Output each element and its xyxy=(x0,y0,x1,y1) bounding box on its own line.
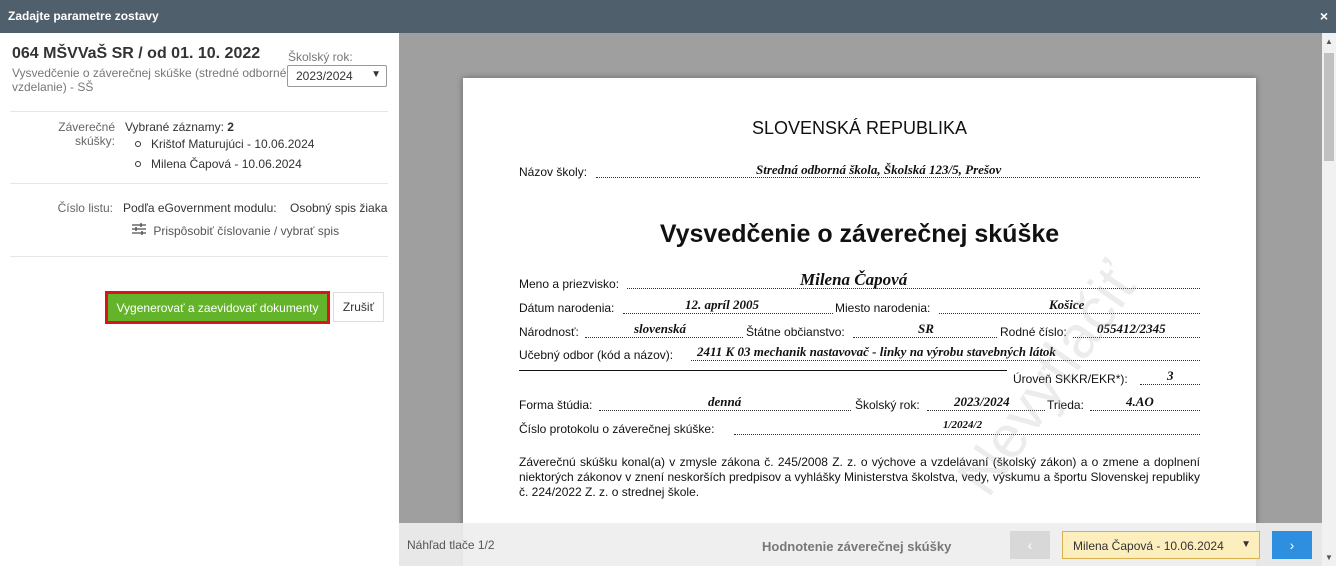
page-counter: Náhľad tlače 1/2 xyxy=(407,538,495,552)
records-list: Krištof Maturujúci - 10.06.2024 Milena Č… xyxy=(135,137,314,177)
cancel-button[interactable]: Zrušiť xyxy=(333,292,384,322)
preview-footer: Náhľad tlače 1/2 Hodnotenie záverečnej s… xyxy=(399,523,1322,566)
selected-records-count: 2 xyxy=(227,120,234,134)
parameters-panel: 064 MŠVVaŠ SR / od 01. 10. 2022 Vysvedče… xyxy=(0,33,399,566)
nationality-label: Národnosť: xyxy=(519,325,579,339)
record-label: Krištof Maturujúci - 10.06.2024 xyxy=(151,137,315,151)
customize-numbering-link[interactable]: Prispôsobiť číslovanie / vybrať spis xyxy=(132,223,339,238)
birth-place-label: Miesto narodenia: xyxy=(835,301,931,315)
legal-paragraph: Záverečnú skúšku konal(a) v zmysle zákon… xyxy=(519,455,1200,499)
scrollbar[interactable]: ▲ ▼ xyxy=(1322,33,1336,566)
school-year-value: 2023/2024 xyxy=(296,69,353,83)
level-value: 3 xyxy=(1167,368,1174,383)
citizenship-label: Štátne občianstvo: xyxy=(746,325,845,339)
class-value: 4.AO xyxy=(1126,394,1154,409)
dialog-titlebar: Zadajte parametre zostavy × xyxy=(0,0,1336,33)
divider xyxy=(10,256,388,257)
sheet-number-value: Podľa eGovernment modulu: xyxy=(123,201,277,215)
school-year-select[interactable]: 2023/2024 ▼ xyxy=(287,65,387,87)
school-year-doc-label: Školský rok: xyxy=(855,398,920,412)
document-heading: Vysvedčenie o záverečnej skúške xyxy=(659,220,1060,248)
sheet-number-label: Číslo listu: xyxy=(57,201,113,215)
citizenship-value: SR xyxy=(918,321,934,336)
section-title: Hodnotenie záverečnej skúšky xyxy=(762,539,952,554)
divider xyxy=(10,183,388,184)
record-select-value: Milena Čapová - 10.06.2024 xyxy=(1073,539,1224,553)
selected-records: Vybrané záznamy: 2 xyxy=(125,120,234,134)
chevron-down-icon: ▼ xyxy=(371,69,381,80)
bullet-icon xyxy=(135,160,141,167)
previous-button[interactable]: ‹ xyxy=(1010,531,1050,559)
field-label: Učebný odbor (kód a názov): xyxy=(519,348,674,362)
record-label: Milena Čapová - 10.06.2024 xyxy=(151,157,302,171)
next-button[interactable]: › xyxy=(1272,531,1312,559)
protocol-label: Číslo protokolu o záverečnej skúške: xyxy=(519,422,715,436)
school-value: Stredná odborná škola, Školská 123/5, Pr… xyxy=(756,162,1002,177)
dialog-title: Zadajte parametre zostavy xyxy=(8,9,159,23)
customize-label: Prispôsobiť číslovanie / vybrať spis xyxy=(153,224,340,238)
list-item: Milena Čapová - 10.06.2024 xyxy=(135,157,314,177)
chevron-right-icon: › xyxy=(1289,537,1295,553)
report-description: Vysvedčenie o záverečnej skúške (stredné… xyxy=(12,66,287,94)
report-code: 064 MŠVVaŠ SR / od 01. 10. 2022 xyxy=(12,45,261,62)
document-page: SLOVENSKÁ REPUBLIKA Názov školy: Stredná… xyxy=(463,78,1256,566)
study-form-label: Forma štúdia: xyxy=(519,398,593,412)
school-year-label: Školský rok: xyxy=(288,50,353,64)
generate-button[interactable]: Vygenerovať a zaevidovať dokumenty xyxy=(105,291,330,324)
record-select[interactable]: Milena Čapová - 10.06.2024 ▼ xyxy=(1062,531,1260,559)
school-label: Názov školy: xyxy=(519,165,588,179)
chevron-down-icon: ▼ xyxy=(1241,539,1251,550)
solid-line xyxy=(519,370,1007,371)
sheet-file: Osobný spis žiaka xyxy=(290,201,388,215)
birth-date-value: 12. apríl 2005 xyxy=(685,297,760,312)
divider xyxy=(10,111,388,112)
sliders-icon xyxy=(132,223,146,238)
birth-date-label: Dátum narodenia: xyxy=(519,301,615,315)
field-value: 2411 K 03 mechanik nastavovač - linky na… xyxy=(697,344,1056,359)
exams-label: Záverečné skúšky: xyxy=(58,120,115,148)
selected-records-label: Vybrané záznamy: xyxy=(125,120,224,134)
list-item: Krištof Maturujúci - 10.06.2024 xyxy=(135,137,314,157)
name-label: Meno a priezvisko: xyxy=(519,277,620,291)
nationality-value: slovenská xyxy=(634,321,686,336)
study-form-value: denná xyxy=(708,394,742,409)
close-icon[interactable]: × xyxy=(1320,8,1328,24)
bullet-icon xyxy=(135,140,141,147)
chevron-left-icon: ‹ xyxy=(1027,537,1033,553)
scroll-down-icon[interactable]: ▼ xyxy=(1325,553,1333,562)
scrollbar-thumb[interactable] xyxy=(1324,53,1334,161)
print-preview: SLOVENSKÁ REPUBLIKA Názov školy: Stredná… xyxy=(399,33,1322,566)
country-title: SLOVENSKÁ REPUBLIKA xyxy=(751,118,968,138)
scroll-up-icon[interactable]: ▲ xyxy=(1325,37,1333,46)
name-value: Milena Čapová xyxy=(800,270,908,289)
